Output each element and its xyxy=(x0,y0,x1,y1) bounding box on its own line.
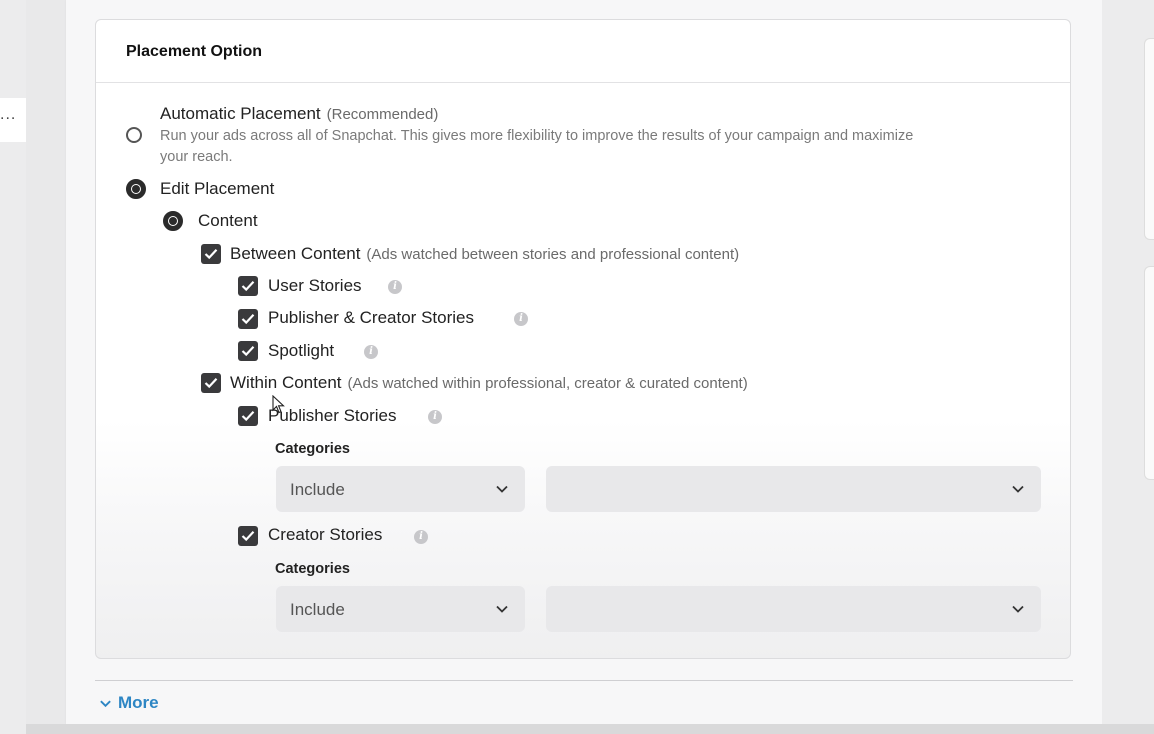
creator-include-value: Include xyxy=(290,600,345,619)
within-content-hint: (Ads watched within professional, creato… xyxy=(347,375,748,392)
spotlight-checkbox[interactable] xyxy=(238,341,258,361)
user-stories-label[interactable]: User Stories xyxy=(268,276,362,296)
content-radio[interactable] xyxy=(163,211,183,231)
spotlight-label[interactable]: Spotlight xyxy=(268,341,334,361)
more-options-icon[interactable]: ... xyxy=(0,106,16,124)
between-content-hint: (Ads watched between stories and profess… xyxy=(366,246,740,263)
right-card xyxy=(1144,266,1154,480)
between-content-text: Between Content xyxy=(230,244,361,263)
automatic-placement-description-1: Run your ads across all of Snapchat. Thi… xyxy=(160,128,914,144)
edit-placement-radio[interactable] xyxy=(126,179,146,199)
divider xyxy=(95,680,1073,681)
recommended-tag: (Recommended) xyxy=(326,106,439,123)
between-content-label[interactable]: Between Content (Ads watched between stor… xyxy=(230,244,739,264)
chevron-down-icon xyxy=(496,485,508,493)
publisher-stories-checkbox[interactable] xyxy=(238,406,258,426)
content-label[interactable]: Content xyxy=(198,211,258,231)
chevron-down-icon xyxy=(1012,485,1024,493)
info-icon[interactable]: i xyxy=(514,312,528,326)
within-content-checkbox[interactable] xyxy=(201,373,221,393)
more-toggle[interactable]: More xyxy=(99,693,159,713)
within-content-text: Within Content xyxy=(230,373,342,392)
publisher-categories-label: Categories xyxy=(275,441,350,457)
right-card xyxy=(1144,38,1154,240)
publisher-creator-stories-checkbox[interactable] xyxy=(238,309,258,329)
creator-stories-checkbox[interactable] xyxy=(238,526,258,546)
info-icon[interactable]: i xyxy=(414,530,428,544)
mouse-cursor-icon xyxy=(272,395,285,414)
creator-categories-select[interactable] xyxy=(546,586,1041,632)
chevron-down-icon xyxy=(1012,605,1024,613)
creator-include-select[interactable]: Include xyxy=(276,586,525,632)
publisher-include-select[interactable]: Include xyxy=(276,466,525,512)
edit-placement-label[interactable]: Edit Placement xyxy=(160,179,274,199)
publisher-include-value: Include xyxy=(290,480,345,499)
user-stories-checkbox[interactable] xyxy=(238,276,258,296)
chevron-down-icon xyxy=(496,605,508,613)
publisher-creator-stories-label[interactable]: Publisher & Creator Stories xyxy=(268,308,474,328)
creator-stories-label[interactable]: Creator Stories xyxy=(268,525,382,545)
automatic-placement-text: Automatic Placement xyxy=(160,104,321,123)
within-content-label[interactable]: Within Content (Ads watched within profes… xyxy=(230,373,748,393)
automatic-placement-description-2: your reach. xyxy=(160,149,233,165)
publisher-categories-select[interactable] xyxy=(546,466,1041,512)
info-icon[interactable]: i xyxy=(364,345,378,359)
automatic-placement-label[interactable]: Automatic Placement (Recommended) xyxy=(160,104,438,124)
more-label: More xyxy=(118,693,159,712)
card-title: Placement Option xyxy=(96,20,1070,83)
bottom-bar xyxy=(26,724,1154,734)
chevron-down-icon xyxy=(100,700,111,708)
creator-categories-label: Categories xyxy=(275,561,350,577)
publisher-stories-label[interactable]: Publisher Stories xyxy=(268,406,397,426)
between-content-checkbox[interactable] xyxy=(201,244,221,264)
info-icon[interactable]: i xyxy=(388,280,402,294)
automatic-placement-radio[interactable] xyxy=(126,127,142,143)
info-icon[interactable]: i xyxy=(428,410,442,424)
